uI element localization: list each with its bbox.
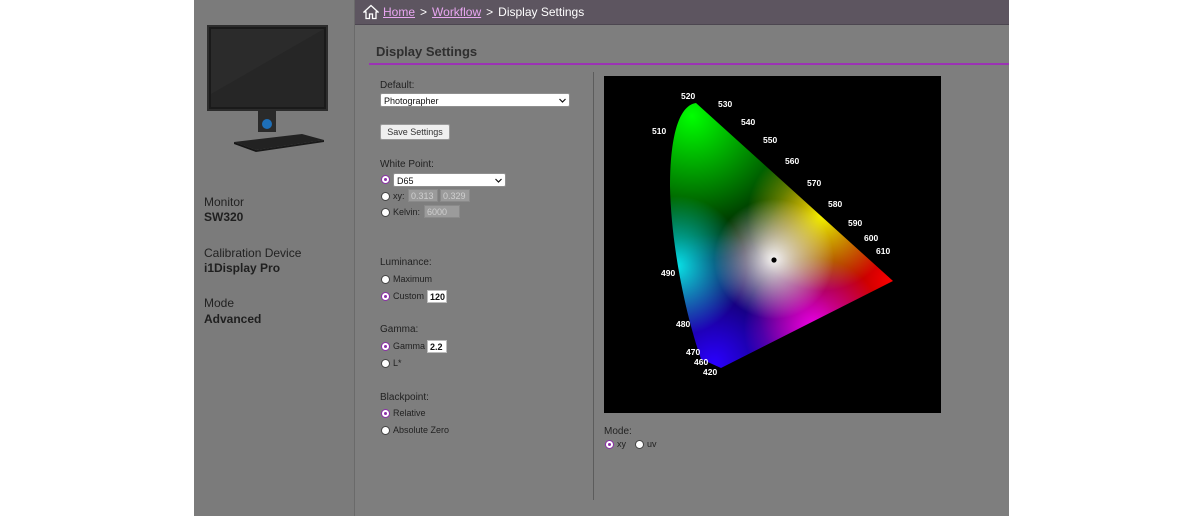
blackpoint-relative-radio[interactable] xyxy=(381,409,390,418)
blackpoint-label: Blackpoint: xyxy=(380,392,429,403)
save-settings-button[interactable]: Save Settings xyxy=(380,124,450,140)
wavelength-label: 570 xyxy=(807,178,821,188)
wavelength-label: 520 xyxy=(681,91,695,101)
white-point-kelvin-input[interactable]: 6000 xyxy=(424,205,460,218)
diagram-mode-uv-radio[interactable] xyxy=(635,440,644,449)
monitor-image xyxy=(207,25,328,152)
gamma-label: Gamma: xyxy=(380,324,419,335)
breadcrumb-separator: > xyxy=(420,5,428,19)
wavelength-label: 470 xyxy=(686,347,700,357)
page-title: Display Settings xyxy=(376,44,478,59)
home-icon[interactable] xyxy=(363,4,379,20)
luminance-maximum-radio[interactable] xyxy=(381,275,390,284)
gamma-lstar-radio[interactable] xyxy=(381,359,390,368)
white-point-kelvin-radio[interactable] xyxy=(381,208,390,217)
wavelength-label: 530 xyxy=(718,99,732,109)
luminance-maximum-label: Maximum xyxy=(393,274,433,284)
white-point-xy-label: xy: xyxy=(393,191,405,201)
breadcrumb-home-link[interactable]: Home xyxy=(383,5,415,19)
diagram-mode-uv-label: uv xyxy=(647,439,657,449)
default-preset-value: Photographer xyxy=(384,96,439,106)
diagram-mode-label: Mode: xyxy=(604,426,632,437)
wavelength-label: 550 xyxy=(763,135,777,145)
blackpoint-absolute-radio[interactable] xyxy=(381,426,390,435)
white-point-preset-radio[interactable] xyxy=(381,175,390,184)
gamma-lstar-label: L* xyxy=(393,358,402,368)
chevron-down-icon xyxy=(495,178,502,183)
wavelength-label: 480 xyxy=(676,319,690,329)
blackpoint-absolute-label: Absolute Zero xyxy=(393,425,450,435)
mode-label: Mode xyxy=(204,296,235,310)
calibration-device-value: i1Display Pro xyxy=(204,261,281,275)
wavelength-label: 420 xyxy=(703,367,717,377)
luminance-custom-radio[interactable] xyxy=(381,292,390,301)
default-preset-select[interactable]: Photographer xyxy=(380,93,570,107)
chromaticity-diagram: 520 530 540 550 560 570 580 590 600 610 … xyxy=(604,76,941,413)
white-point-label: White Point: xyxy=(380,159,434,170)
wavelength-label: 540 xyxy=(741,117,755,127)
wavelength-label: 600 xyxy=(864,233,878,243)
mode-value: Advanced xyxy=(204,312,262,326)
main-panel: Home > Workflow > Display Settings Display S… xyxy=(355,0,1009,516)
gamma-value-label: Gamma xyxy=(393,341,426,351)
white-point-x-input[interactable]: 0.313 xyxy=(408,189,438,202)
gamma-value-input[interactable]: 2.2 xyxy=(427,340,447,353)
diagram-mode-xy-radio[interactable] xyxy=(605,440,614,449)
title-divider xyxy=(369,63,1009,65)
white-point-marker xyxy=(771,257,777,263)
white-point-kelvin-label: Kelvin: xyxy=(393,207,421,217)
breadcrumb-current: Display Settings xyxy=(498,5,585,19)
wavelength-label: 590 xyxy=(848,218,862,228)
diagram-mode-xy-label: xy xyxy=(617,439,626,449)
breadcrumb-workflow-link[interactable]: Workflow xyxy=(432,5,481,19)
luminance-custom-label: Custom xyxy=(393,291,425,301)
wavelength-label: 610 xyxy=(876,246,890,256)
wavelength-label: 460 xyxy=(694,357,708,367)
monitor-value: SW320 xyxy=(204,210,244,224)
column-divider xyxy=(593,72,594,500)
white-point-xy-radio[interactable] xyxy=(381,192,390,201)
white-point-y-input[interactable]: 0.329 xyxy=(440,189,470,202)
app-window: Monitor SW320 Calibration Device i1Displ… xyxy=(194,0,1009,516)
breadcrumb: Home > Workflow > Display Settings xyxy=(355,0,1009,25)
default-label: Default: xyxy=(380,80,415,91)
gamma-value-radio[interactable] xyxy=(381,342,390,351)
luminance-custom-input[interactable]: 120 xyxy=(427,290,447,303)
calibration-device-label: Calibration Device xyxy=(204,246,302,260)
chevron-down-icon xyxy=(559,98,566,103)
sidebar: Monitor SW320 Calibration Device i1Displ… xyxy=(194,0,355,516)
wavelength-label: 580 xyxy=(828,199,842,209)
white-point-preset-select[interactable]: D65 xyxy=(393,173,506,187)
wavelength-label: 490 xyxy=(661,268,675,278)
wavelength-label: 510 xyxy=(652,126,666,136)
white-point-preset-value: D65 xyxy=(397,176,414,186)
monitor-label: Monitor xyxy=(204,195,245,209)
wavelength-label: 560 xyxy=(785,156,799,166)
breadcrumb-separator: > xyxy=(486,5,494,19)
luminance-label: Luminance: xyxy=(380,257,432,268)
blackpoint-relative-label: Relative xyxy=(393,408,426,418)
